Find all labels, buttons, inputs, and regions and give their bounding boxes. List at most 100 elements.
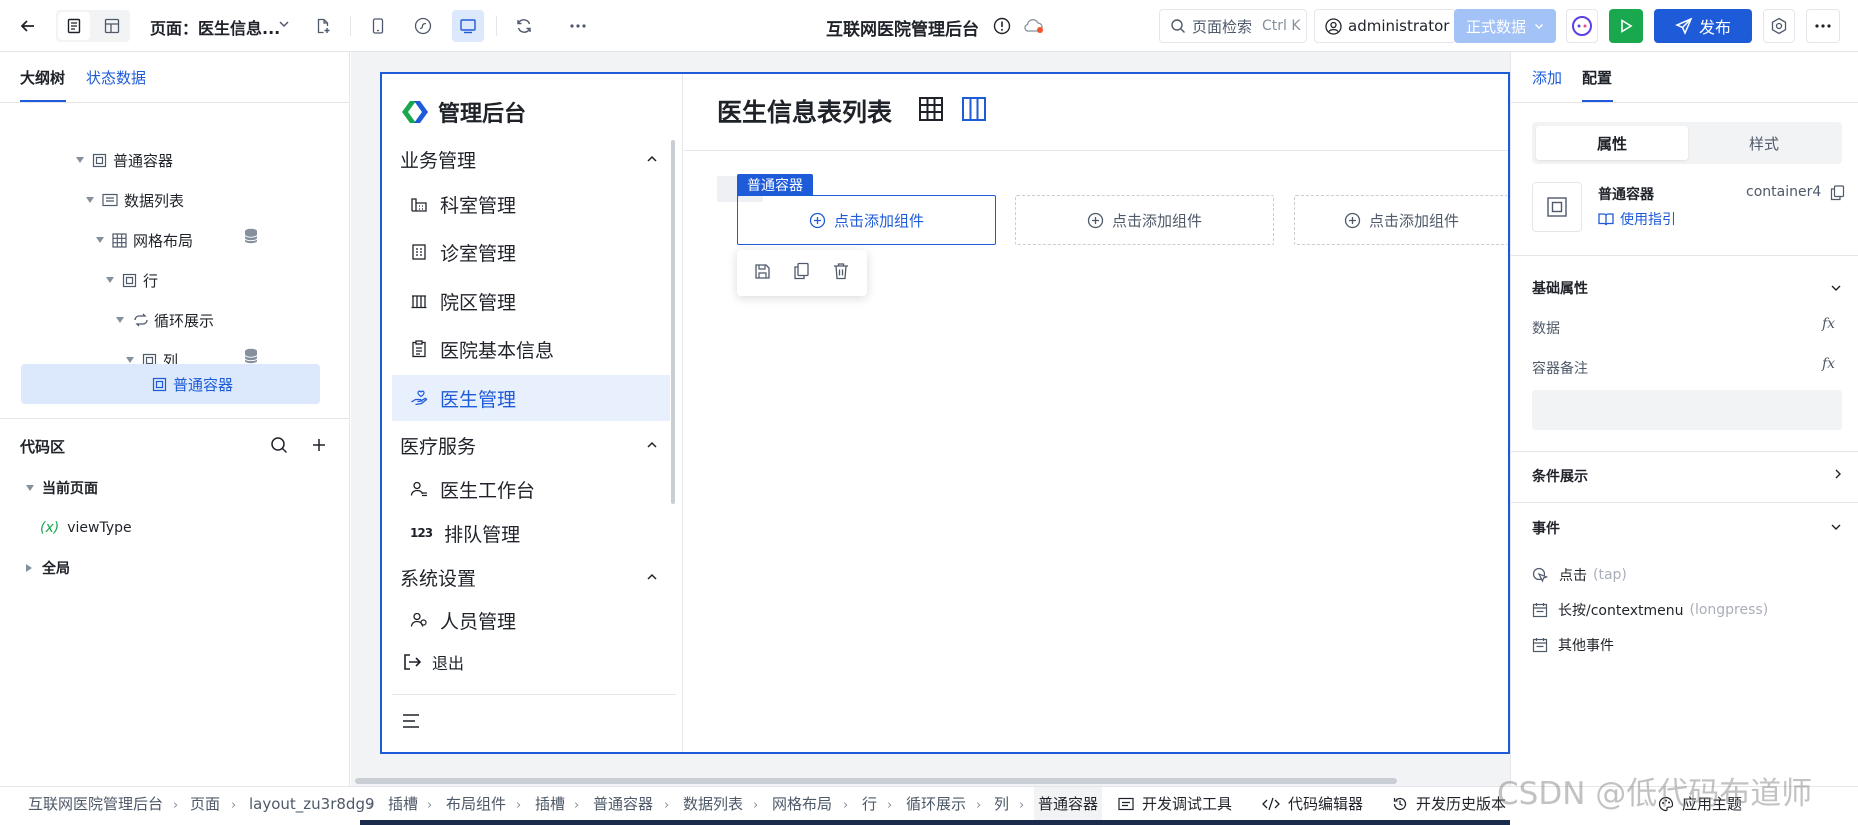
menu-item-doctor-active[interactable]: 医生管理	[392, 375, 670, 421]
divider	[0, 418, 350, 419]
tree-node-row[interactable]: 行	[106, 262, 158, 298]
tab-config[interactable]: 配置	[1582, 67, 1612, 88]
page-view-icon[interactable]	[58, 12, 90, 40]
sidebar-scrollbar[interactable]	[671, 140, 675, 504]
table-view-icon[interactable]	[918, 96, 944, 122]
breadcrumb-item[interactable]: 循环展示	[906, 787, 966, 820]
event-other[interactable]: 其他事件	[1532, 635, 1614, 655]
add-component-slot[interactable]: 点击添加组件	[1294, 195, 1508, 245]
tree-node-selected[interactable]: 普通容器	[152, 366, 233, 402]
desktop-view-icon[interactable]	[452, 10, 484, 42]
chevron-down-icon[interactable]	[1830, 282, 1842, 294]
more-menu-button[interactable]	[1806, 9, 1840, 43]
settings-button[interactable]	[1763, 9, 1795, 43]
more-icon[interactable]	[562, 10, 594, 42]
menu-item-clinic-room[interactable]: 诊室管理	[392, 229, 670, 275]
chevron-down-icon[interactable]	[278, 18, 290, 30]
tool-label: 开发调试工具	[1142, 795, 1233, 813]
tab-state-data[interactable]: 状态数据	[86, 67, 146, 88]
database-icon[interactable]	[244, 348, 258, 364]
current-page-node[interactable]: 当前页面	[26, 470, 98, 506]
breadcrumb-item[interactable]: 行	[862, 787, 877, 820]
breadcrumb-item[interactable]: 列	[994, 787, 1009, 820]
variable-name: viewType	[67, 520, 132, 536]
event-tap[interactable]: 点击 (tap)	[1532, 565, 1627, 585]
hand-heart-icon	[410, 389, 428, 407]
menu-item-department[interactable]: 科室管理	[392, 181, 670, 227]
env-data-select[interactable]: 正式数据	[1454, 9, 1556, 43]
delete-icon[interactable]	[833, 262, 849, 280]
canvas-scrollbar[interactable]	[355, 778, 1397, 784]
tree-node-grid-layout[interactable]: 网格布局	[96, 222, 193, 258]
segment-style[interactable]: 样式	[1688, 126, 1840, 160]
breadcrumb-item[interactable]: layout_zu3r8dg9	[249, 787, 375, 820]
page-search-button[interactable]: 页面检索 Ctrl K	[1159, 9, 1307, 43]
user-button[interactable]: administrator	[1314, 9, 1456, 43]
breadcrumb-item[interactable]: 数据列表	[683, 787, 743, 820]
menu-item-queue[interactable]: 123 排队管理	[392, 510, 670, 556]
guide-link[interactable]: 使用指引	[1598, 209, 1676, 229]
breadcrumb-item[interactable]: 互联网医院管理后台	[28, 787, 163, 820]
breadcrumb-item[interactable]: 布局组件	[446, 787, 506, 820]
basic-props-title[interactable]: 基础属性	[1532, 278, 1588, 298]
back-arrow-icon[interactable]	[12, 10, 44, 42]
search-icon[interactable]	[270, 436, 288, 454]
refresh-icon[interactable]	[508, 10, 540, 42]
menu-group-medical[interactable]: 医疗服务	[400, 432, 658, 458]
menu-item-doctor-workbench[interactable]: 医生工作台	[392, 466, 670, 512]
calendar-icon	[1532, 637, 1548, 653]
plus-circle-icon	[1344, 212, 1361, 229]
condition-display-title[interactable]: 条件展示	[1532, 466, 1588, 486]
breadcrumb-item[interactable]: 网格布局	[772, 787, 832, 820]
menu-group-business[interactable]: 业务管理	[400, 146, 658, 172]
cloud-sync-icon[interactable]	[1023, 17, 1045, 35]
tab-add[interactable]: 添加	[1532, 67, 1562, 88]
add-component-slot[interactable]: 点击添加组件	[1015, 195, 1274, 245]
collapse-menu-icon[interactable]	[402, 713, 420, 729]
info-icon[interactable]	[993, 17, 1011, 35]
dev-tools-button[interactable]: 开发调试工具	[1118, 787, 1232, 820]
ai-assistant-button[interactable]	[1566, 9, 1598, 43]
logout-label: 退出	[432, 654, 465, 673]
tree-node-container[interactable]: 普通容器	[76, 142, 173, 178]
segment-properties[interactable]: 属性	[1536, 126, 1688, 160]
add-component-slot-selected[interactable]: 点击添加组件	[737, 195, 996, 245]
page-selector[interactable]: 页面：医生信息...	[150, 15, 280, 39]
mobile-view-icon[interactable]	[362, 10, 394, 42]
fx-icon[interactable]: fx	[1822, 356, 1835, 372]
menu-item-hospital-info[interactable]: 医院基本信息	[392, 326, 670, 372]
breadcrumb-item[interactable]: 普通容器	[593, 787, 653, 820]
publish-button[interactable]: 发布	[1654, 9, 1752, 43]
menu-item-campus[interactable]: 院区管理	[392, 278, 670, 324]
breadcrumb-item[interactable]: 插槽	[388, 787, 418, 820]
history-button[interactable]: 开发历史版本	[1392, 787, 1506, 820]
preview-button[interactable]	[1609, 9, 1643, 43]
copy-id-icon[interactable]	[1830, 185, 1845, 201]
breadcrumb-item[interactable]: 页面	[190, 787, 220, 820]
chevron-right-icon[interactable]	[1832, 468, 1844, 480]
save-icon[interactable]	[754, 263, 771, 280]
chevron-down-icon[interactable]	[1830, 521, 1842, 533]
tree-node-loop-display[interactable]: 循环展示	[116, 302, 214, 338]
miniprogram-view-icon[interactable]	[407, 10, 439, 42]
global-node[interactable]: 全局	[26, 550, 70, 586]
event-longpress[interactable]: 长按/contextmenu (longpress)	[1532, 600, 1768, 620]
variable-item[interactable]: (x) viewType	[40, 510, 132, 546]
copy-icon[interactable]	[793, 262, 810, 280]
fx-icon[interactable]: fx	[1822, 316, 1835, 332]
menu-item-staff[interactable]: 人员管理	[392, 597, 670, 643]
tab-outline-tree[interactable]: 大纲树	[20, 67, 65, 88]
breadcrumb-current[interactable]: 普通容器	[1034, 787, 1103, 820]
tree-node-data-list[interactable]: 数据列表	[86, 182, 184, 218]
breadcrumb-item[interactable]: 插槽	[535, 787, 565, 820]
events-title[interactable]: 事件	[1532, 518, 1560, 538]
logout-link[interactable]: 退出	[402, 650, 464, 674]
menu-group-system[interactable]: 系统设置	[400, 564, 658, 590]
code-editor-button[interactable]: 代码编辑器	[1262, 787, 1363, 820]
column-view-icon[interactable]	[961, 96, 987, 122]
layout-view-icon[interactable]	[96, 10, 128, 42]
database-icon[interactable]	[244, 228, 258, 244]
note-textarea[interactable]	[1532, 390, 1842, 430]
add-page-icon[interactable]	[307, 10, 339, 42]
add-icon[interactable]	[311, 437, 327, 453]
